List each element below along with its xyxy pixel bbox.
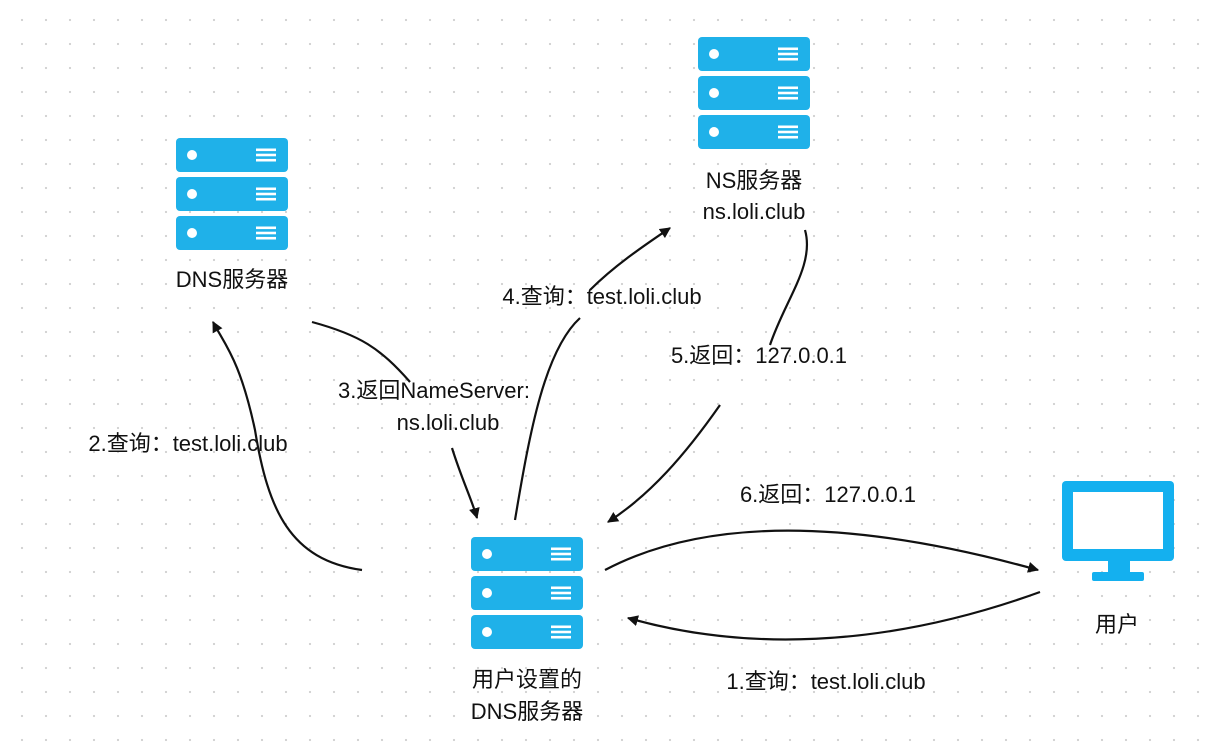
edge-step5 bbox=[608, 229, 809, 522]
step1-label: 1.查询：test.loli.club bbox=[726, 669, 925, 694]
step6-label: 6.返回：127.0.0.1 bbox=[740, 482, 916, 507]
step3-label-2: ns.loli.club bbox=[397, 410, 500, 435]
step3-label: 3.返回NameServer: bbox=[338, 378, 530, 403]
user-dns-server-icon bbox=[471, 537, 583, 649]
ns-server-label: NS服务器 bbox=[706, 168, 803, 193]
edge-step4 bbox=[513, 228, 670, 521]
user-dns-server-label: 用户设置的 bbox=[472, 667, 582, 692]
step5-label: 5.返回：127.0.0.1 bbox=[671, 343, 847, 368]
dns-server-icon bbox=[176, 138, 288, 250]
user-dns-server-label-2: DNS服务器 bbox=[471, 699, 583, 724]
user-label: 用户 bbox=[1095, 612, 1139, 637]
step4-label: 4.查询：test.loli.club bbox=[502, 284, 701, 309]
dns-resolution-diagram: DNS服务器 NS服务器 ns.loli.club 用户设置的 DNS服务器 用… bbox=[88, 37, 1174, 724]
user-monitor-icon bbox=[1062, 481, 1174, 581]
step2-label: 2.查询：test.loli.club bbox=[88, 431, 287, 456]
dns-server-label: DNS服务器 bbox=[176, 267, 288, 292]
edge-step1 bbox=[626, 590, 1041, 641]
ns-server-domain-label: ns.loli.club bbox=[703, 199, 806, 224]
ns-server-icon bbox=[698, 37, 810, 149]
edge-step6 bbox=[604, 529, 1040, 573]
